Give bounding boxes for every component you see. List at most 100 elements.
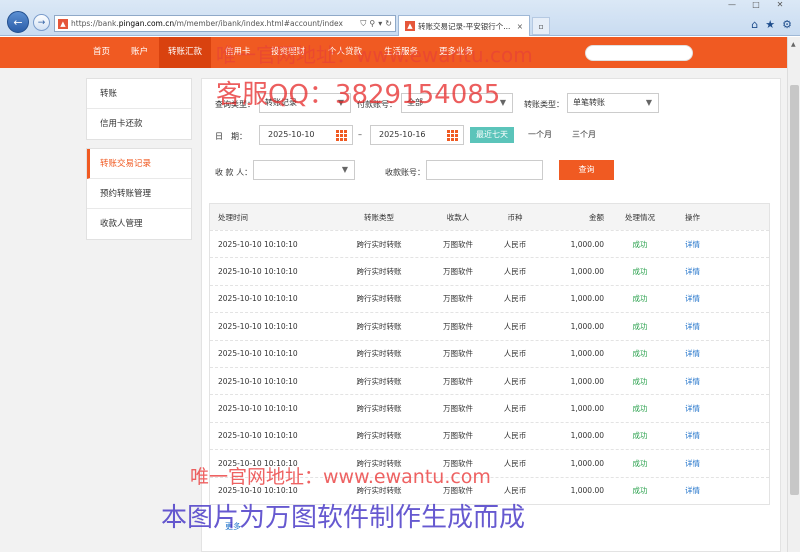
cell-detail-link[interactable]: 详情 <box>668 239 717 250</box>
transactions-table: 处理时间 转账类型 收款人 币种 金额 处理情况 操作 2025-10-10 1… <box>209 203 770 505</box>
refresh-icon[interactable]: ↻ <box>385 19 392 29</box>
new-tab-button[interactable]: ▫ <box>532 17 550 35</box>
sidebar-item-scheduled-transfers[interactable]: 预约转账管理 <box>87 179 191 209</box>
nav-credit-card[interactable]: 信用卡 <box>216 37 260 68</box>
pay-account-label: 付款账号： <box>357 100 397 109</box>
dropdown-icon[interactable]: ▾ <box>378 19 382 29</box>
table-row: 2025-10-10 10:10:10 跨行实时转账 万图软件 人民币 1,000.00… <box>210 394 769 421</box>
nav-home[interactable]: 首页 <box>84 37 119 68</box>
scrollbar-thumb[interactable] <box>790 85 799 495</box>
search-icon[interactable]: ⚲ <box>369 19 375 29</box>
cell-detail-link[interactable]: 详情 <box>668 321 717 332</box>
date-separator: – <box>358 130 362 139</box>
cell-time: 2025-10-10 10:10:10 <box>218 431 298 441</box>
sidebar-item-transfer[interactable]: 转账 <box>87 79 191 109</box>
minimize-button[interactable]: — <box>720 0 744 11</box>
cell-status: 成功 <box>632 349 648 359</box>
cell-detail-link[interactable]: 详情 <box>668 485 717 496</box>
cell-transfer-type: 跨行实时转账 <box>356 267 402 277</box>
query-button[interactable]: 查询 <box>559 160 614 180</box>
chevron-down-icon: ▼ <box>499 98 506 107</box>
cell-detail-link[interactable]: 详情 <box>668 376 717 387</box>
nav-investment[interactable]: 投资理财 <box>262 37 314 68</box>
new-tab-icon: ▫ <box>538 21 544 31</box>
cell-detail-link[interactable]: 详情 <box>668 266 717 277</box>
nav-life-services[interactable]: 生活服务 <box>375 37 427 68</box>
col-status: 处理情况 <box>625 212 655 222</box>
cell-payee: 万图软件 <box>443 458 473 468</box>
cell-currency: 人民币 <box>503 404 527 414</box>
browser-tab-active[interactable]: ▲ 转账交易记录-平安银行个... × <box>398 15 530 36</box>
cell-status: 成功 <box>632 458 648 468</box>
close-window-button[interactable]: ✕ <box>768 0 792 11</box>
cell-status: 成功 <box>632 486 648 496</box>
cell-transfer-type: 跨行实时转账 <box>356 321 402 331</box>
pay-account-select[interactable]: 全部 ▼ <box>401 93 513 113</box>
query-type-select[interactable]: 转账记录 ▼ <box>259 93 351 113</box>
calendar-icon[interactable] <box>336 130 347 141</box>
cell-amount: 1,000.00 <box>570 486 604 496</box>
cell-detail-link[interactable]: 详情 <box>668 430 717 441</box>
chevron-down-icon: ▼ <box>337 98 344 107</box>
date-from-input[interactable]: 2025-10-10 <box>259 125 353 145</box>
cell-detail-link[interactable]: 详情 <box>668 348 717 359</box>
table-row: 2025-10-10 10:10:10 跨行实时转账 万图软件 人民币 1,000.00… <box>210 421 769 449</box>
settings-gear-icon[interactable]: ⚙ <box>782 18 792 31</box>
col-amount: 金额 <box>589 212 604 222</box>
calendar-icon[interactable] <box>447 130 458 141</box>
favorites-star-icon[interactable]: ★ <box>765 18 775 31</box>
back-button[interactable]: ← <box>7 11 29 33</box>
cell-payee: 万图软件 <box>443 404 473 414</box>
query-type-value: 转账记录 <box>265 98 297 107</box>
address-bar[interactable]: ▲ https://bank. pingan.com.cn/m/member/ib… <box>54 15 396 32</box>
nav-account[interactable]: 账户 <box>122 37 157 68</box>
quick-range-3months[interactable]: 三个月 <box>566 127 602 143</box>
table-row: 2025-10-10 10:10:10 跨行实时转账 万图软件 人民币 1,000.00… <box>210 230 769 257</box>
sidebar-item-payee-management[interactable]: 收款人管理 <box>87 209 191 239</box>
date-label: 日 期： <box>215 132 247 141</box>
window-controls[interactable]: — □ ✕ <box>720 0 792 11</box>
home-icon[interactable]: ⌂ <box>751 18 758 31</box>
nav-more[interactable]: 更多业务 <box>430 37 482 68</box>
cell-time: 2025-10-10 10:10:10 <box>218 239 298 249</box>
more-link[interactable]: 更多 <box>225 521 241 532</box>
cell-currency: 人民币 <box>503 486 527 496</box>
date-from-value: 2025-10-10 <box>268 130 315 139</box>
cell-payee: 万图软件 <box>443 321 473 331</box>
cell-currency: 人民币 <box>503 294 527 304</box>
date-to-value: 2025-10-16 <box>379 130 426 139</box>
cell-payee: 万图软件 <box>443 294 473 304</box>
cell-detail-link[interactable]: 详情 <box>668 403 717 414</box>
date-to-input[interactable]: 2025-10-16 <box>370 125 464 145</box>
maximize-button[interactable]: □ <box>744 0 768 11</box>
nav-transfer[interactable]: 转账汇款 <box>159 37 212 68</box>
cell-detail-link[interactable]: 详情 <box>668 458 717 469</box>
browser-chrome: — □ ✕ ← → ▲ https://bank. pingan.com.cn/m… <box>0 0 800 36</box>
scroll-up-icon[interactable]: ▲ <box>791 41 796 48</box>
table-row: 2025-10-10 10:10:10 跨行实时转账 万图软件 人民币 1,000.00… <box>210 284 769 312</box>
sidebar-item-credit-repay[interactable]: 信用卡还款 <box>87 109 191 139</box>
payee-account-input[interactable] <box>426 160 543 180</box>
forward-button[interactable]: → <box>33 14 50 31</box>
quick-range-7days[interactable]: 最近七天 <box>470 127 514 143</box>
payee-account-label: 收款账号： <box>385 168 425 177</box>
cell-amount: 1,000.00 <box>570 239 604 249</box>
cell-time: 2025-10-10 10:10:10 <box>218 376 298 386</box>
cell-amount: 1,000.00 <box>570 349 604 359</box>
shield-icon[interactable]: ⛉ <box>360 19 366 29</box>
tab-close-icon[interactable]: × <box>517 22 523 31</box>
cell-detail-link[interactable]: 详情 <box>668 293 717 304</box>
sidebar-item-transfer-records[interactable]: 转账交易记录 <box>87 149 191 179</box>
cell-status: 成功 <box>632 294 648 304</box>
cell-amount: 1,000.00 <box>570 404 604 414</box>
back-arrow-icon: ← <box>13 15 23 29</box>
quick-range-1month[interactable]: 一个月 <box>522 127 558 143</box>
site-search-input[interactable] <box>585 45 693 61</box>
scrollbar[interactable]: ▲ <box>787 37 800 552</box>
cell-transfer-type: 跨行实时转账 <box>356 376 402 386</box>
cell-transfer-type: 跨行实时转账 <box>356 431 402 441</box>
payee-select[interactable]: ▼ <box>253 160 355 180</box>
transfer-type-select[interactable]: 单笔转账 ▼ <box>567 93 659 113</box>
site-navigation: 首页 账户 转账汇款 信用卡 投资理财 个人贷款 生活服务 更多业务 <box>0 37 787 68</box>
nav-loans[interactable]: 个人贷款 <box>319 37 371 68</box>
